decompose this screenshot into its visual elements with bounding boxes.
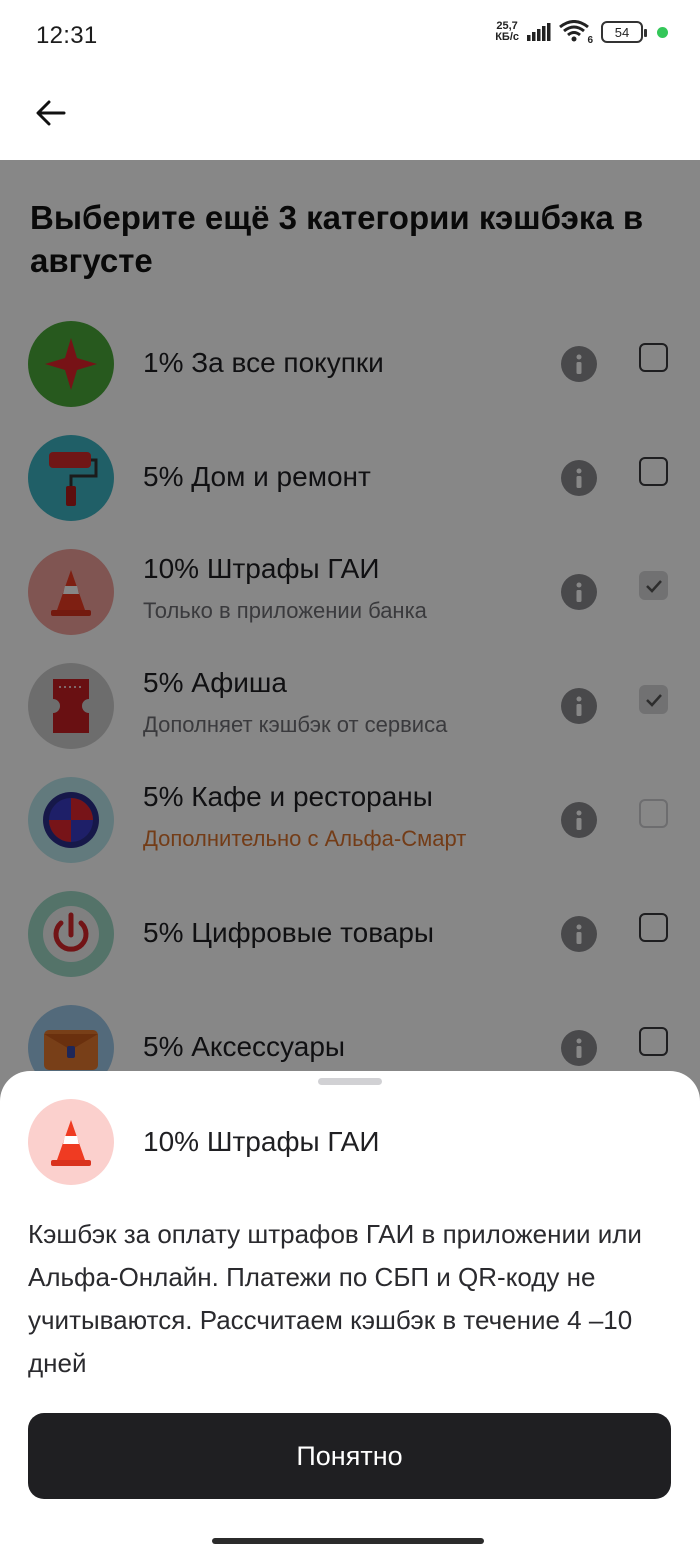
wifi-icon xyxy=(559,20,589,42)
status-time: 12:31 xyxy=(36,22,98,49)
arrow-left-icon xyxy=(36,100,66,126)
signal-icon xyxy=(527,23,551,41)
ok-button[interactable]: Понятно xyxy=(28,1413,671,1499)
network-speed: 25,7 КБ/с xyxy=(495,20,519,43)
info-bottom-sheet: 10% Штрафы ГАИ Кэшбэк за оплату штрафов … xyxy=(0,1071,700,1556)
traffic-cone-icon xyxy=(28,1099,114,1185)
wifi-badge: 6 xyxy=(587,35,593,46)
wifi-indicator: 6 xyxy=(559,20,593,46)
privacy-dot xyxy=(657,26,668,38)
battery-icon: 54 xyxy=(601,21,647,43)
app-bar xyxy=(0,70,700,160)
status-icons: 25,7 КБ/с 6 54 xyxy=(495,20,668,46)
gesture-nav-bar[interactable] xyxy=(212,1538,484,1544)
back-button[interactable] xyxy=(26,88,76,138)
sheet-title: 10% Штрафы ГАИ xyxy=(143,1126,380,1157)
status-bar: 12:31 25,7 КБ/с 6 54 xyxy=(0,0,700,70)
sheet-description: Кэшбэк за оплату штрафов ГАИ в приложени… xyxy=(28,1219,642,1378)
sheet-drag-handle[interactable] xyxy=(318,1078,382,1085)
